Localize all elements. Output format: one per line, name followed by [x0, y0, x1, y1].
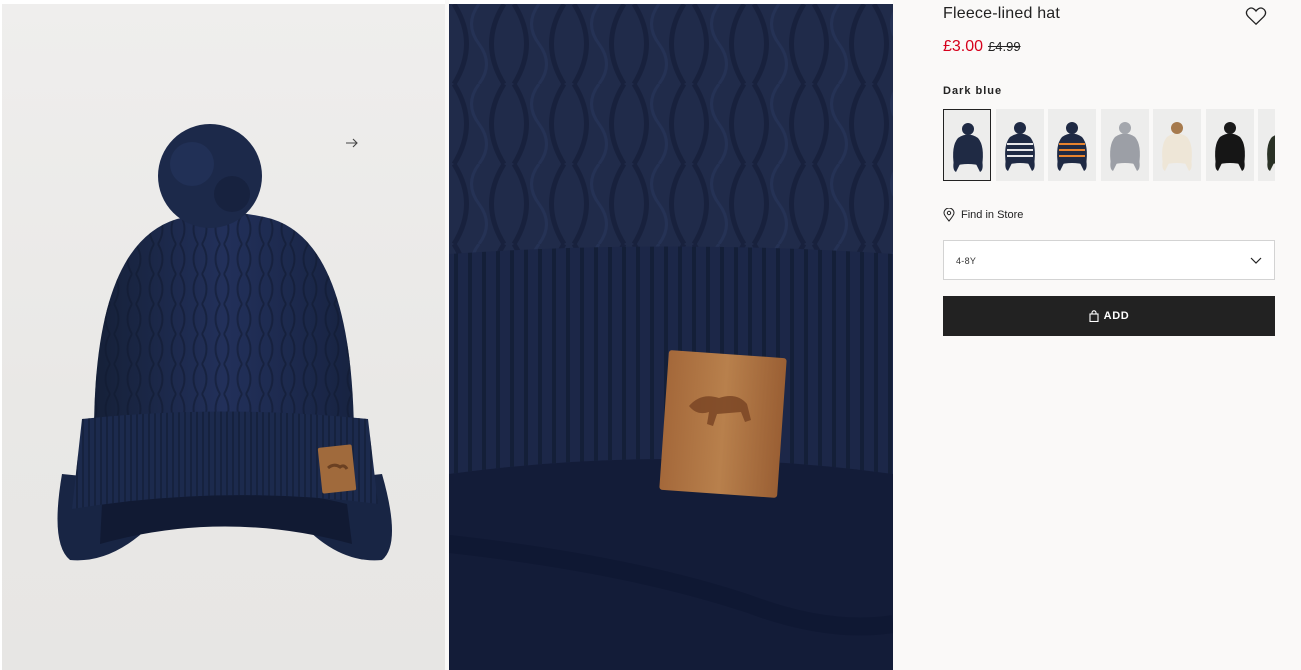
- color-swatch-stripes[interactable]: [1048, 109, 1096, 181]
- original-price: £4.99: [988, 39, 1021, 54]
- chevron-down-icon: [1250, 257, 1262, 264]
- swatch-hat-thumbnail: [1214, 122, 1245, 171]
- size-dropdown[interactable]: 4-8Y: [943, 240, 1275, 280]
- hat-detail-illustration: [449, 4, 893, 670]
- sale-price: £3.00: [943, 38, 984, 55]
- color-swatch-dark-green[interactable]: [1258, 109, 1275, 181]
- shopping-bag-icon: [1089, 310, 1099, 322]
- location-pin-icon: [943, 208, 955, 222]
- title-row: Fleece-lined hat: [943, 4, 1275, 34]
- find-in-store-link[interactable]: Find in Store: [943, 207, 1275, 223]
- color-swatch-dark-blue[interactable]: [943, 109, 991, 181]
- swatch-hat-thumbnail: [1267, 135, 1275, 171]
- price-row: £3.00 £4.99: [943, 38, 1275, 60]
- add-button-label: ADD: [1103, 310, 1130, 322]
- size-selected-value: 4-8Y: [956, 256, 977, 266]
- swatch-hat-thumbnail: [1109, 122, 1140, 171]
- heart-icon[interactable]: [1245, 6, 1267, 26]
- swatch-hat-thumbnail: [1057, 122, 1087, 171]
- color-swatch-grey[interactable]: [1100, 109, 1149, 181]
- swatch-hat-thumbnail: [1162, 122, 1192, 171]
- product-image-front[interactable]: [0, 0, 445, 670]
- color-swatch-black[interactable]: [1205, 109, 1254, 181]
- product-title: Fleece-lined hat: [943, 5, 1061, 22]
- add-to-bag-button[interactable]: ADD: [943, 296, 1275, 336]
- swatch-hat-thumbnail: [953, 123, 983, 172]
- product-page: Fleece-lined hat £3.00 £4.99 Dark blue F…: [0, 0, 1301, 670]
- selected-color-name: Dark blue: [943, 85, 1003, 97]
- color-swatches: [943, 109, 1275, 183]
- arrow-right-icon[interactable]: [345, 136, 359, 150]
- color-swatch-cream[interactable]: [1153, 109, 1201, 181]
- find-in-store-label: Find in Store: [961, 209, 1024, 221]
- product-image-detail[interactable]: [449, 0, 893, 670]
- color-swatch-stars[interactable]: [995, 109, 1044, 181]
- product-details: Fleece-lined hat £3.00 £4.99 Dark blue F…: [943, 0, 1275, 336]
- hat-front-illustration: [57, 124, 392, 561]
- swatch-hat-thumbnail: [1004, 122, 1035, 171]
